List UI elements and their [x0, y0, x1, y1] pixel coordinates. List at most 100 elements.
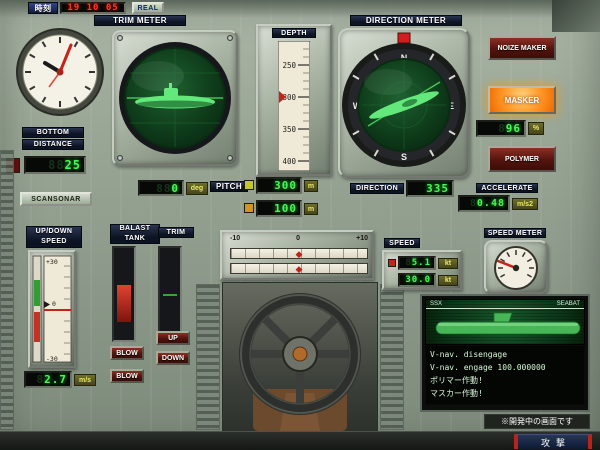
speed-meter-gauge: [484, 240, 548, 294]
console-line: V-nav. disengage: [430, 348, 580, 361]
trim-indicator-bar-1: ◆: [230, 248, 368, 259]
down-label: DOWN: [162, 355, 184, 362]
depth-tick-350: 350: [282, 125, 296, 134]
bottom-nav-bar: 発令所 戦略図 3Dマップ 操舵室 魚雷室 ソナー室 艦長室 攻撃: [0, 431, 600, 450]
scansonar-button[interactable]: SCANSONAR: [20, 192, 92, 206]
percent-value: 96: [506, 122, 521, 135]
dev-note: ※開発中の画面です: [484, 414, 590, 429]
depth-2-value: 100: [274, 202, 297, 215]
bottom-distance-label-1: BOTTOM: [22, 127, 84, 138]
bottom-distance-label-2: DISTANCE: [22, 139, 84, 150]
trim-scale-row: -10 0 +10: [230, 235, 368, 245]
depth-readout-2-indicator: [244, 203, 254, 213]
updown-speed-unit: m/s: [74, 374, 96, 386]
bottom-distance-text-1: BOTTOM: [37, 129, 70, 136]
direction-label: DIRECTION: [350, 183, 404, 194]
accelerate-ghost: 8: [470, 198, 477, 209]
direction-value: 335: [426, 182, 449, 195]
pitch-value: 0: [171, 182, 179, 195]
depth-1-unit-text: m: [308, 183, 314, 190]
blow-2-label: BLOW: [116, 373, 137, 380]
direction-label-text: DIRECTION: [356, 185, 398, 192]
real-button-label: REAL: [137, 5, 158, 12]
balast-label-1: BALAST: [120, 224, 151, 234]
trim-meter-gauge: [112, 30, 238, 166]
trim-scale-mid: 0: [296, 235, 300, 245]
speed-meter-face: [486, 242, 546, 292]
trim-down-button[interactable]: DOWN: [156, 351, 190, 365]
balast-label-2: TANK: [125, 234, 146, 244]
accelerate-label-text: ACCELERATE: [481, 185, 532, 192]
balast-tank-label: BALAST TANK: [110, 224, 160, 244]
noize-maker-button[interactable]: NOIZE MAKER: [488, 36, 556, 60]
updown-ghost: 8: [37, 373, 45, 386]
bottom-distance-value: 25: [65, 158, 81, 172]
attack-button[interactable]: 攻撃: [514, 434, 592, 449]
depth-readout-1: 300: [256, 177, 302, 194]
speed-meter-label-text: SPEED METER: [488, 230, 543, 237]
direction-meter-label-text: DIRECTION METER: [366, 16, 446, 25]
sonar-display: SSX SEABAT: [425, 299, 585, 345]
real-button[interactable]: REAL: [132, 2, 164, 14]
blow-1-label: BLOW: [116, 350, 137, 357]
trim-scale-left: -10: [230, 235, 240, 245]
dev-note-text: ※開発中の画面です: [501, 416, 573, 427]
updown-value: 2.7: [44, 373, 67, 386]
trim-tank-tick: [163, 294, 177, 296]
corner-shade: [552, 0, 600, 32]
console-log: V-nav. disengage V-nav. engage 100.00000…: [425, 345, 585, 405]
direction-meter-label: DIRECTION METER: [350, 15, 462, 26]
speed-label-text: SPEED: [389, 240, 415, 247]
trim-meter-crt: [114, 32, 236, 164]
bottom-distance-text-2: DISTANCE: [34, 141, 72, 148]
speed-2-unit-text: kt: [445, 277, 451, 284]
updown-speed-gauge: +30 0 -30: [28, 250, 76, 368]
percent-unit: %: [528, 122, 544, 135]
masker-button[interactable]: MASKER: [488, 86, 556, 114]
up-label: UP: [168, 335, 178, 342]
bottom-distance-ghost: 88: [48, 158, 64, 172]
updown-speed-label: UP/DOWN SPEED: [26, 226, 82, 248]
pitch-display: 880: [138, 180, 184, 196]
percent-ghost: 8: [498, 122, 506, 135]
pitch-label-text: PITCH: [216, 182, 242, 191]
steering-wheel[interactable]: [223, 283, 377, 431]
time-display: 19 10 05: [60, 2, 126, 14]
console-submarine-silhouette: [428, 310, 585, 344]
wheel-vent-left: [196, 284, 220, 430]
speed-meter-label: SPEED METER: [484, 228, 546, 238]
speed-indicator: [388, 259, 396, 267]
updown-unit-text: m/s: [79, 377, 91, 384]
depth-readout-1-indicator: [244, 180, 254, 190]
polymer-label: POLYMER: [505, 156, 539, 163]
wheel-hub-cap: [293, 347, 307, 361]
masker-label: MASKER: [505, 96, 540, 105]
depth-1-value: 300: [274, 179, 297, 192]
left-edge-vent: [0, 150, 14, 430]
sonar-header: SSX SEABAT: [426, 300, 584, 309]
wheel-housing: [222, 282, 378, 432]
depth-meter: DEPTH 250 300 350 400: [256, 24, 332, 176]
time-value: 19 10 05: [67, 3, 118, 13]
depth-label-text: DEPTH: [281, 30, 307, 37]
updown-label-2: SPEED: [41, 237, 67, 247]
percent-unit-text: %: [533, 125, 539, 132]
time-label: 時刻: [28, 2, 58, 14]
polymer-button[interactable]: POLYMER: [488, 146, 556, 172]
blow-button-1[interactable]: BLOW: [110, 346, 144, 360]
depth-2-unit-text: m: [308, 206, 314, 213]
console-unit: SSX SEABAT V-nav. disengage V-nav. engag…: [420, 294, 590, 412]
sonar-header-left: SSX: [430, 301, 442, 307]
blow-button-2[interactable]: BLOW: [110, 369, 144, 383]
masker-percent-display: 896: [476, 120, 526, 137]
trim-label: TRIM: [158, 227, 194, 238]
trim-indicator-bar-2: ◆: [230, 263, 368, 274]
updown-tick-mid: 0: [52, 300, 56, 308]
trim-tank-gauge: [158, 246, 182, 342]
trim-label-text: TRIM: [167, 229, 186, 236]
direction-meter-gauge: N E S W: [338, 28, 470, 178]
time-label-text: 時刻: [35, 3, 52, 14]
trim-up-button[interactable]: UP: [156, 331, 190, 345]
accelerate-unit: m/s2: [512, 198, 538, 210]
helm-control-panel: 時刻 19 10 05 REAL TRIM METER: [0, 0, 600, 450]
